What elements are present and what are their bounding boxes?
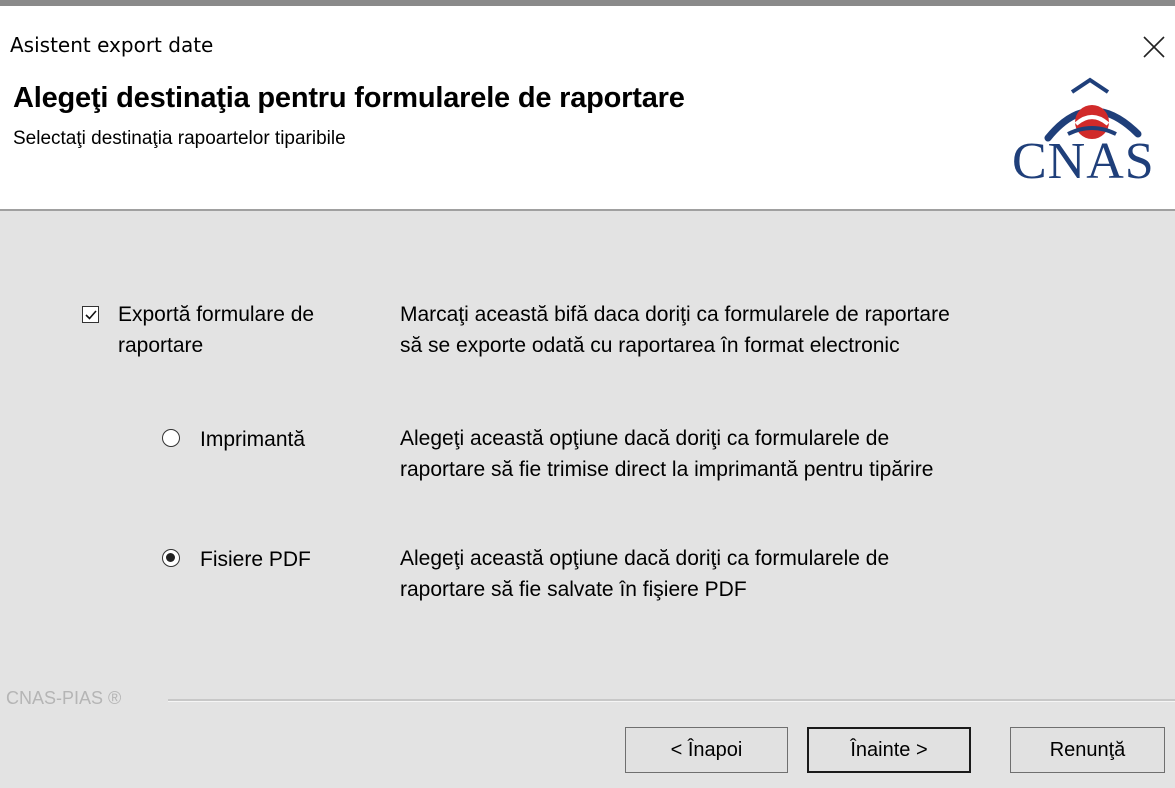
title-bar: Asistent export date	[0, 6, 1175, 68]
close-icon	[1143, 36, 1165, 58]
pdf-desc-line1: Alegeţi această opţiune dacă doriţi ca f…	[400, 547, 890, 570]
export-forms-desc-line1: Marcaţi această bifă daca doriţi ca form…	[400, 303, 950, 326]
printer-desc-line2: raportare să fie trimise direct la impri…	[400, 458, 934, 481]
page-title: Alegeţi destinaţia pentru formularele de…	[13, 82, 685, 114]
export-forms-desc-line2: să se exporte odată cu raportarea în for…	[400, 334, 900, 357]
export-forms-label-line1: Exportă formulare de	[118, 303, 315, 326]
close-button[interactable]	[1140, 24, 1175, 64]
footer-brand: CNAS-PIAS ®	[6, 688, 122, 708]
export-forms-description: Marcaţi această bifă daca doriţi ca form…	[400, 299, 1160, 361]
window-title: Asistent export date	[10, 33, 214, 57]
printer-radio-label[interactable]: Imprimantă	[200, 424, 305, 455]
wizard-body: Exportă formulare de raportare Marcaţi a…	[0, 211, 1175, 788]
back-button[interactable]: < Înapoi	[625, 727, 788, 773]
pdf-description: Alegeţi această opţiune dacă doriţi ca f…	[400, 543, 1160, 605]
export-forms-checkbox[interactable]	[82, 306, 99, 323]
pdf-desc-line2: raportare să fie salvate în fişiere PDF	[400, 578, 747, 601]
logo-text: CNAS	[1012, 133, 1155, 190]
export-forms-label-line2: raportare	[118, 334, 204, 357]
pdf-radio-label[interactable]: Fisiere PDF	[200, 544, 311, 575]
checkmark-icon	[85, 310, 97, 320]
cnas-logo: CNAS	[1010, 76, 1175, 191]
pdf-radio[interactable]	[162, 549, 180, 567]
printer-desc-line1: Alegeţi această opţiune dacă doriţi ca f…	[400, 427, 890, 450]
printer-radio[interactable]	[162, 429, 180, 447]
radio-selected-dot	[166, 553, 175, 562]
cancel-button[interactable]: Renunţă	[1010, 727, 1165, 773]
export-forms-label[interactable]: Exportă formulare de raportare	[118, 299, 314, 361]
footer-divider	[168, 699, 1175, 702]
wizard-header: Alegeţi destinaţia pentru formularele de…	[0, 68, 1175, 209]
printer-description: Alegeţi această opţiune dacă doriţi ca f…	[400, 423, 1160, 485]
next-button[interactable]: Înainte >	[807, 727, 971, 773]
page-subtitle: Selectaţi destinaţia rapoartelor tiparib…	[13, 128, 346, 149]
